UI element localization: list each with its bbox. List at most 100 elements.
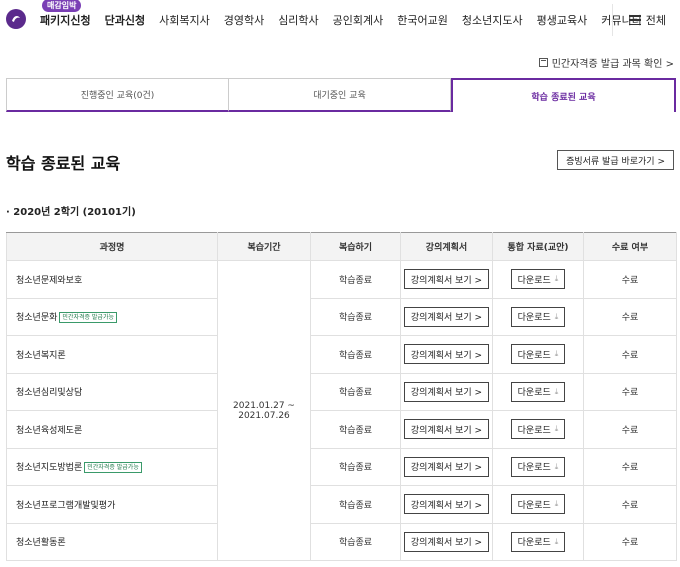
private-cert-link-label: 민간자격증 발급 과목 확인 > bbox=[551, 59, 674, 70]
tab[interactable]: 진행중인 교육(0건) bbox=[6, 78, 229, 112]
table-row: 청소년복지론 학습종료 강의계획서 보기 > 다운로드 ⤓ 수료 bbox=[6, 335, 677, 374]
syllabus-button[interactable]: 강의계획서 보기 > bbox=[403, 456, 490, 477]
download-button[interactable]: 다운로드 ⤓ bbox=[510, 456, 566, 477]
hamburger-icon bbox=[628, 15, 641, 25]
download-button[interactable]: 다운로드 ⤓ bbox=[510, 419, 566, 440]
course-name: 청소년심리및상담 bbox=[16, 388, 83, 399]
download-label: 다운로드 bbox=[517, 388, 551, 399]
column-header: 통합 자료(교안) bbox=[492, 232, 584, 261]
tab[interactable]: 학습 종료된 교육 bbox=[451, 78, 676, 112]
review-status: 학습종료 bbox=[310, 485, 401, 524]
completion-status: 수료 bbox=[583, 297, 677, 336]
course-name-cell: 청소년지도방법론 민간자격증 발급가능 bbox=[6, 447, 218, 486]
completion-status: 수료 bbox=[583, 410, 677, 449]
nav-item[interactable]: 평생교육사 bbox=[537, 12, 588, 28]
download-cell: 다운로드 ⤓ bbox=[492, 260, 584, 299]
download-button[interactable]: 다운로드 ⤓ bbox=[510, 269, 566, 290]
private-cert-link[interactable]: 민간자격증 발급 과목 확인 > bbox=[538, 55, 674, 70]
download-cell: 다운로드 ⤓ bbox=[492, 297, 584, 336]
table-body: 청소년문제와보호 2021.01.27 ~ 2021.07.26 학습종료 강의계획서… bbox=[6, 260, 677, 561]
syllabus-button[interactable]: 강의계획서 보기 > bbox=[403, 419, 490, 440]
download-button[interactable]: 다운로드 ⤓ bbox=[510, 306, 566, 327]
download-label: 다운로드 bbox=[517, 313, 551, 324]
nav-menu: 패키지신청 매감임박 단과신청 사회복지사 경영학사 심리학사 공인회계사 한국어교원 청소년지… bbox=[40, 0, 656, 40]
review-status: 학습종료 bbox=[310, 447, 401, 486]
private-cert-tag: 민간자격증 발급가능 bbox=[84, 462, 142, 474]
download-icon: ⤓ bbox=[554, 386, 559, 396]
nav-item[interactable]: 단과신청 bbox=[105, 12, 145, 28]
completion-status: 수료 bbox=[583, 485, 677, 524]
column-header: 복습기간 bbox=[217, 232, 311, 261]
table-row: 청소년육성제도론 학습종료 강의계획서 보기 > 다운로드 ⤓ 수료 bbox=[6, 410, 677, 449]
tab[interactable]: 대기중인 교육 bbox=[229, 78, 451, 112]
syllabus-button[interactable]: 강의계획서 보기 > bbox=[403, 494, 490, 515]
course-name: 청소년문제와보호 bbox=[16, 275, 83, 286]
review-period: 2021.01.27 ~ 2021.07.26 bbox=[217, 260, 311, 561]
download-icon: ⤓ bbox=[554, 274, 559, 284]
course-name: 청소년활동론 bbox=[16, 538, 66, 549]
column-header: 복습하기 bbox=[310, 232, 401, 261]
download-cell: 다운로드 ⤓ bbox=[492, 522, 584, 561]
completion-status: 수료 bbox=[583, 447, 677, 486]
page-title: 학습 종료된 교육 bbox=[6, 154, 121, 173]
table-row: 청소년문제와보호 2021.01.27 ~ 2021.07.26 학습종료 강의계획서… bbox=[6, 260, 677, 561]
table-row: 청소년문화 민간자격증 발급가능 학습종료 강의계획서 보기 > 다운로드 ⤓ 수료 bbox=[6, 297, 677, 336]
download-cell: 다운로드 ⤓ bbox=[492, 335, 584, 374]
nav-item[interactable]: 심리학사 bbox=[278, 12, 318, 28]
course-name-cell: 청소년문제와보호 bbox=[6, 260, 218, 299]
nav-divider bbox=[612, 4, 613, 36]
course-name-cell: 청소년문화 민간자격증 발급가능 bbox=[6, 297, 218, 336]
download-icon: ⤓ bbox=[554, 461, 559, 471]
course-name: 청소년문화 bbox=[16, 313, 58, 324]
logo-icon[interactable] bbox=[6, 9, 26, 29]
download-icon: ⤓ bbox=[554, 311, 559, 321]
review-status: 학습종료 bbox=[310, 260, 401, 299]
completion-status: 수료 bbox=[583, 335, 677, 374]
plan-cell: 강의계획서 보기 > bbox=[400, 260, 493, 299]
plan-cell: 강의계획서 보기 > bbox=[400, 410, 493, 449]
download-cell: 다운로드 ⤓ bbox=[492, 410, 584, 449]
course-tabs: 진행중인 교육(0건) 대기중인 교육 학습 종료된 교육 bbox=[6, 78, 676, 112]
all-menu-button[interactable]: 전체 bbox=[628, 12, 666, 28]
term-title: · 2020년 2학기 (20101기) bbox=[6, 207, 136, 218]
syllabus-button[interactable]: 강의계획서 보기 > bbox=[403, 306, 490, 327]
course-name-cell: 청소년심리및상담 bbox=[6, 372, 218, 411]
download-cell: 다운로드 ⤓ bbox=[492, 372, 584, 411]
nav-item[interactable]: 경영학사 bbox=[224, 12, 264, 28]
table-row: 청소년심리및상담 학습종료 강의계획서 보기 > 다운로드 ⤓ 수료 bbox=[6, 372, 677, 411]
download-button[interactable]: 다운로드 ⤓ bbox=[510, 531, 566, 552]
course-name-cell: 청소년복지론 bbox=[6, 335, 218, 374]
nav-item[interactable]: 청소년지도사 bbox=[462, 12, 523, 28]
download-label: 다운로드 bbox=[517, 500, 551, 511]
nav-item[interactable]: 패키지신청 매감임박 bbox=[40, 0, 91, 28]
download-button[interactable]: 다운로드 ⤓ bbox=[510, 494, 566, 515]
download-cell: 다운로드 ⤓ bbox=[492, 447, 584, 486]
completed-courses-table: 과정명 복습기간 복습하기 강의계획서 통합 자료(교안) 수료 여부 청소년문제와보호 2… bbox=[6, 232, 677, 561]
plan-cell: 강의계획서 보기 > bbox=[400, 297, 493, 336]
nav-item[interactable]: 공인회계사 bbox=[333, 12, 384, 28]
syllabus-button[interactable]: 강의계획서 보기 > bbox=[403, 381, 490, 402]
course-name: 청소년육성제도론 bbox=[16, 425, 83, 436]
course-name: 청소년복지론 bbox=[16, 350, 66, 361]
deadline-badge: 매감임박 bbox=[42, 0, 82, 12]
course-name: 청소년프로그램개발및평가 bbox=[16, 500, 116, 511]
download-icon: ⤓ bbox=[554, 499, 559, 509]
download-button[interactable]: 다운로드 ⤓ bbox=[510, 344, 566, 365]
nav-item[interactable]: 사회복지사 bbox=[159, 12, 210, 28]
download-button[interactable]: 다운로드 ⤓ bbox=[510, 381, 566, 402]
plan-cell: 강의계획서 보기 > bbox=[400, 447, 493, 486]
table-row: 청소년활동론 학습종료 강의계획서 보기 > 다운로드 ⤓ 수료 bbox=[6, 522, 677, 561]
column-header: 과정명 bbox=[6, 232, 218, 261]
plan-cell: 강의계획서 보기 > bbox=[400, 372, 493, 411]
review-status: 학습종료 bbox=[310, 522, 401, 561]
review-status: 학습종료 bbox=[310, 410, 401, 449]
cert-issue-button[interactable]: 증빙서류 발급 바로가기 > bbox=[557, 150, 674, 170]
download-label: 다운로드 bbox=[517, 275, 551, 286]
syllabus-button[interactable]: 강의계획서 보기 > bbox=[403, 269, 490, 290]
nav-item[interactable]: 한국어교원 bbox=[397, 12, 448, 28]
top-navigation: 패키지신청 매감임박 단과신청 사회복지사 경영학사 심리학사 공인회계사 한국어교원 청소년지… bbox=[0, 0, 680, 40]
syllabus-button[interactable]: 강의계획서 보기 > bbox=[403, 531, 490, 552]
completion-status: 수료 bbox=[583, 260, 677, 299]
syllabus-button[interactable]: 강의계획서 보기 > bbox=[403, 344, 490, 365]
private-cert-tag: 민간자격증 발급가능 bbox=[59, 312, 117, 324]
